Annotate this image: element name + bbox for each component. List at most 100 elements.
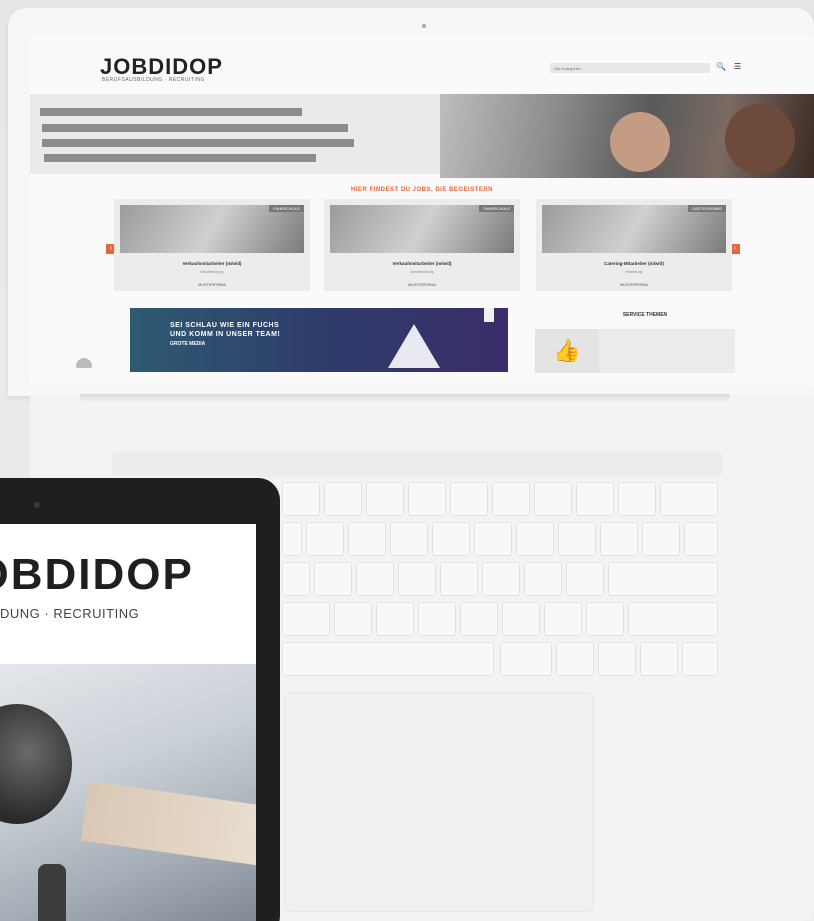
hero-image — [440, 94, 814, 178]
trackpad — [284, 692, 594, 912]
key — [440, 562, 478, 596]
key — [576, 482, 614, 516]
laptop-lid: JOBDIDOP BERUFSAUSBILDUNG · RECRUITING A… — [8, 8, 814, 396]
key — [660, 482, 718, 516]
job-badge: GASTRONOMIE — [687, 205, 726, 212]
job-badge: FAHRSCHULE — [479, 205, 514, 212]
ad-headline: SEI SCHLAU WIE EIN FUCHS — [170, 322, 280, 329]
key — [566, 562, 604, 596]
key — [600, 522, 638, 556]
job-card[interactable]: FAHRSCHULE Verkaufsmitarbeiter (m/w/d) M… — [324, 199, 520, 291]
key — [628, 602, 718, 636]
key — [314, 562, 352, 596]
key — [282, 602, 330, 636]
key — [306, 522, 344, 556]
laptop-hinge — [80, 394, 730, 402]
key — [608, 562, 718, 596]
hero-line — [42, 124, 348, 132]
search-icon[interactable]: 🔍 — [716, 62, 726, 71]
section-title: HIER FINDEST DU JOBS, DIE BEGEISTERN — [350, 187, 494, 193]
key — [556, 642, 594, 676]
service-box: 👍 — [535, 329, 735, 373]
spacebar-key — [282, 642, 494, 676]
key — [418, 602, 456, 636]
key — [618, 482, 656, 516]
key — [408, 482, 446, 516]
key — [282, 482, 320, 516]
key — [348, 522, 386, 556]
hero-person — [725, 104, 795, 174]
site-tagline: BERUFSAUSBILDUNG · RECRUITING — [102, 77, 205, 83]
key — [682, 642, 718, 676]
gear-shift — [38, 864, 66, 921]
ad-brand: GROTE MEDIA — [170, 341, 206, 347]
key — [334, 602, 372, 636]
key — [324, 482, 362, 516]
key — [432, 522, 470, 556]
key — [356, 562, 394, 596]
tablet-hero-image — [0, 664, 256, 921]
fox-illustration — [388, 324, 440, 368]
search-placeholder: Alle Kategorien — [554, 66, 582, 71]
key — [502, 602, 540, 636]
helmet-figure — [0, 704, 72, 824]
job-company: MUSTERFIRMA — [198, 283, 226, 287]
job-card[interactable]: GASTRONOMIE Catering-Mitarbeiter (m/w/d)… — [536, 199, 732, 291]
search-input[interactable]: Alle Kategorien — [550, 63, 710, 73]
job-card[interactable]: FAHRSCHULE Verkaufsmitarbeiter (m/w/d) M… — [114, 199, 310, 291]
job-image — [120, 205, 304, 253]
key — [640, 642, 678, 676]
menu-icon[interactable]: ☰ — [734, 62, 741, 71]
key — [376, 602, 414, 636]
wood-panel — [80, 781, 256, 867]
key — [558, 522, 596, 556]
chat-icon[interactable] — [76, 358, 92, 368]
job-company: MUSTERFIRMA — [408, 283, 436, 287]
job-image — [330, 205, 514, 253]
service-title: SERVICE THEMEN — [622, 312, 668, 318]
job-company: MUSTERFIRMA — [620, 283, 648, 287]
job-location: Hamburg — [625, 269, 643, 274]
key — [534, 482, 572, 516]
job-title[interactable]: Verkaufsmitarbeiter (m/w/d) — [114, 261, 310, 266]
key — [492, 482, 530, 516]
key — [524, 562, 562, 596]
key — [460, 602, 498, 636]
ad-headline: UND KOMM IN UNSER TEAM! — [170, 331, 281, 338]
hero-line — [44, 154, 316, 162]
tablet-camera — [34, 502, 40, 508]
key — [500, 642, 552, 676]
key — [282, 522, 302, 556]
job-location: Mecklenburg — [410, 269, 434, 274]
tablet-screen: JOBDIDOP DUNG · RECRUITING — [0, 524, 256, 921]
tablet-tagline: DUNG · RECRUITING — [0, 606, 140, 621]
hero-line — [40, 108, 302, 116]
job-location: Mecklenburg — [200, 269, 224, 274]
job-image — [542, 205, 726, 253]
key — [282, 562, 310, 596]
key — [598, 642, 636, 676]
key — [450, 482, 488, 516]
touch-bar — [112, 452, 722, 476]
job-title[interactable]: Catering-Mitarbeiter (m/w/d) — [536, 261, 732, 266]
key — [586, 602, 624, 636]
job-title[interactable]: Verkaufsmitarbeiter (m/w/d) — [324, 261, 520, 266]
key — [366, 482, 404, 516]
ad-banner[interactable]: SEI SCHLAU WIE EIN FUCHS UND KOMM IN UNS… — [130, 308, 508, 372]
tablet-device: JOBDIDOP DUNG · RECRUITING — [0, 478, 280, 921]
key — [398, 562, 436, 596]
hero-person — [610, 112, 670, 172]
hero-text-area — [30, 94, 450, 174]
ad-tag — [484, 308, 494, 322]
job-badge: FAHRSCHULE — [269, 205, 304, 212]
key — [642, 522, 680, 556]
key — [474, 522, 512, 556]
hero-line — [42, 139, 354, 147]
tablet-logo[interactable]: JOBDIDOP — [0, 550, 194, 600]
key — [544, 602, 582, 636]
key — [390, 522, 428, 556]
key — [684, 522, 718, 556]
laptop-screen: JOBDIDOP BERUFSAUSBILDUNG · RECRUITING A… — [30, 36, 814, 386]
thumbs-up-icon: 👍 — [535, 329, 599, 373]
laptop-camera — [422, 24, 426, 28]
